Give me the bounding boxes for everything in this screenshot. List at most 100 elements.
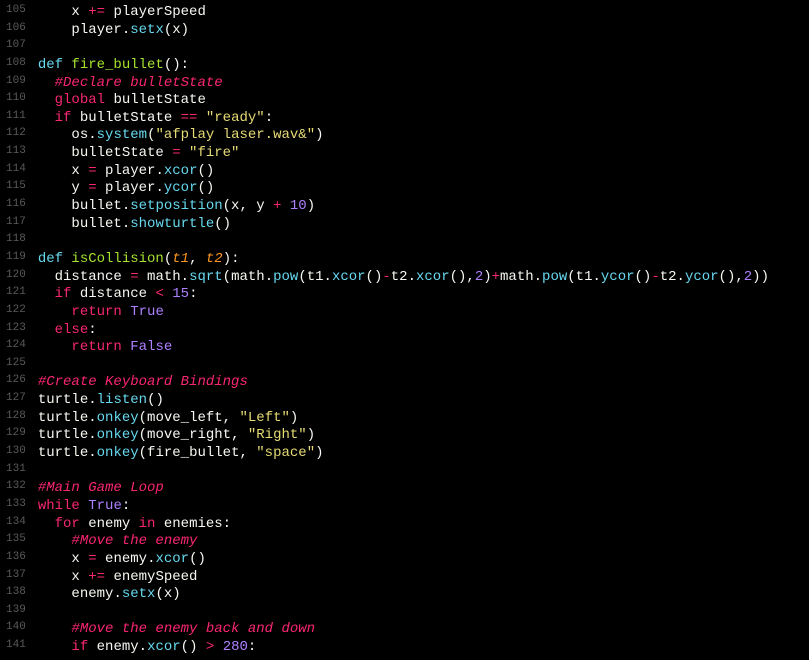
token: 2: [475, 269, 483, 285]
token: return: [71, 339, 121, 355]
token: (): [189, 551, 206, 567]
line-number: 138: [6, 584, 26, 602]
code-line[interactable]: enemy.setx(x): [38, 584, 809, 602]
line-number: 136: [6, 549, 26, 567]
token: math: [500, 269, 534, 285]
token: ): [315, 127, 323, 143]
code-line[interactable]: global bulletState: [38, 90, 809, 108]
code-line[interactable]: x = player.xcor(): [38, 161, 809, 179]
code-line[interactable]: def isCollision(t1, t2):: [38, 249, 809, 267]
line-number: 123: [6, 320, 26, 338]
code-line[interactable]: if enemy.xcor() > 280:: [38, 637, 809, 655]
token: #Move the enemy: [71, 533, 197, 549]
code-line[interactable]: turtle.listen(): [38, 390, 809, 408]
token: ): [483, 269, 491, 285]
line-number: 135: [6, 531, 26, 549]
code-line[interactable]: bulletState = "fire": [38, 143, 809, 161]
token: turtle: [38, 445, 88, 461]
code-line[interactable]: while True:: [38, 496, 809, 514]
code-line[interactable]: turtle.onkey(fire_bullet, "space"): [38, 443, 809, 461]
line-number-gutter: 1051061071081091101111121131141151161171…: [0, 0, 34, 660]
code-line[interactable]: x = enemy.xcor(): [38, 549, 809, 567]
code-line[interactable]: [38, 602, 809, 620]
line-number: 125: [6, 355, 26, 373]
token: =: [172, 145, 180, 161]
line-number: 118: [6, 231, 26, 249]
token: xcor: [147, 639, 181, 655]
line-number: 130: [6, 443, 26, 461]
token: sqrt: [189, 269, 223, 285]
code-line[interactable]: turtle.onkey(move_left, "Left"): [38, 408, 809, 426]
token: "ready": [206, 110, 265, 126]
token: <: [155, 286, 163, 302]
code-line[interactable]: return False: [38, 337, 809, 355]
code-line[interactable]: def fire_bullet():: [38, 55, 809, 73]
token: [181, 145, 189, 161]
token: if: [55, 110, 72, 126]
token: #Declare bulletState: [55, 75, 223, 91]
line-number: 137: [6, 567, 26, 585]
token: (),: [450, 269, 475, 285]
token: "fire": [189, 145, 239, 161]
token: setx: [130, 22, 164, 38]
line-number: 140: [6, 619, 26, 637]
token: ycor: [164, 180, 198, 196]
code-line[interactable]: x += enemySpeed: [38, 567, 809, 585]
line-number: 141: [6, 637, 26, 655]
code-area[interactable]: x += playerSpeed player.setx(x) def fire…: [34, 0, 809, 660]
code-line[interactable]: y = player.ycor(): [38, 178, 809, 196]
code-line[interactable]: if bulletState == "ready":: [38, 108, 809, 126]
token: "afplay laser.wav&": [155, 127, 315, 143]
token: player: [97, 180, 156, 196]
token: (x): [155, 586, 180, 602]
code-line[interactable]: [38, 231, 809, 249]
token: xcor: [164, 163, 198, 179]
token: [122, 304, 130, 320]
token: t2: [391, 269, 408, 285]
code-line[interactable]: else:: [38, 320, 809, 338]
code-line[interactable]: os.system("afplay laser.wav&"): [38, 125, 809, 143]
code-line[interactable]: #Move the enemy back and down: [38, 619, 809, 637]
code-editor[interactable]: 1051061071081091101111121131141151161171…: [0, 0, 809, 660]
token: .: [155, 163, 163, 179]
code-line[interactable]: #Declare bulletState: [38, 73, 809, 91]
code-line[interactable]: [38, 461, 809, 479]
token: )): [752, 269, 769, 285]
code-line[interactable]: x += playerSpeed: [38, 2, 809, 20]
token: player: [38, 22, 122, 38]
code-line[interactable]: bullet.showturtle(): [38, 214, 809, 232]
token: [38, 92, 55, 108]
token: [281, 198, 289, 214]
token: while: [38, 498, 80, 514]
code-line[interactable]: player.setx(x): [38, 20, 809, 38]
token: :: [122, 498, 130, 514]
code-line[interactable]: #Create Keyboard Bindings: [38, 372, 809, 390]
token: enemy: [38, 586, 114, 602]
code-line[interactable]: if distance < 15:: [38, 284, 809, 302]
token: [38, 304, 72, 320]
code-line[interactable]: #Main Game Loop: [38, 478, 809, 496]
token: +=: [88, 569, 105, 585]
token: bullet: [38, 216, 122, 232]
code-line[interactable]: bullet.setposition(x, y + 10): [38, 196, 809, 214]
code-line[interactable]: for enemy in enemies:: [38, 514, 809, 532]
token: else: [55, 322, 89, 338]
line-number: 120: [6, 267, 26, 285]
code-line[interactable]: #Move the enemy: [38, 531, 809, 549]
token: [38, 286, 55, 302]
code-line[interactable]: turtle.onkey(move_right, "Right"): [38, 425, 809, 443]
token: ): [315, 445, 323, 461]
code-line[interactable]: [38, 355, 809, 373]
token: (fire_bullet,: [139, 445, 257, 461]
token: t2: [206, 251, 223, 267]
token: isCollision: [71, 251, 163, 267]
token: (): [214, 216, 231, 232]
code-line[interactable]: return True: [38, 302, 809, 320]
token: (): [197, 163, 214, 179]
code-line[interactable]: distance = math.sqrt(math.pow(t1.xcor()-…: [38, 267, 809, 285]
code-line[interactable]: [38, 37, 809, 55]
token: .: [122, 198, 130, 214]
token: (move_right,: [139, 427, 248, 443]
token: onkey: [97, 445, 139, 461]
token: (): [366, 269, 383, 285]
